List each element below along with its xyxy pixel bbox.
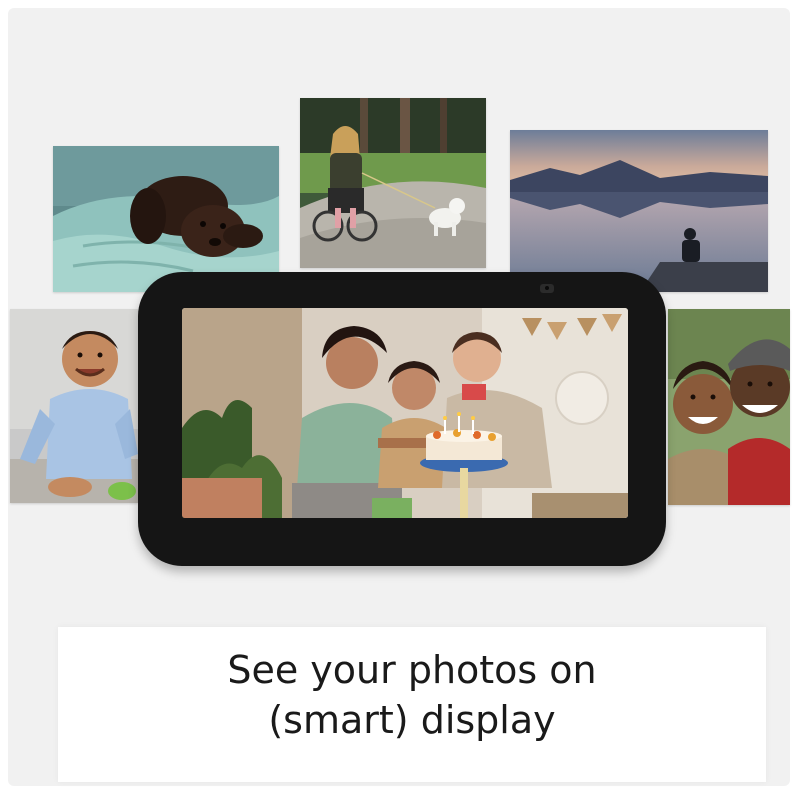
caption-line-1: See your photos on <box>227 648 597 692</box>
caption-text: See your photos on (smart) display <box>58 645 766 745</box>
display-screen-family-birthday-photo <box>182 308 628 518</box>
smiling-couple-selfie-photo <box>668 309 790 505</box>
puppy-on-blanket-photo <box>53 146 279 292</box>
caption-card: See your photos on (smart) display <box>58 627 766 782</box>
camera-icon <box>540 284 554 293</box>
caption-line-2: (smart) display <box>268 698 556 742</box>
smart-display-device <box>138 272 666 566</box>
smiling-baby-photo <box>10 309 138 503</box>
woman-wheelchair-dog-walk-photo <box>300 98 486 268</box>
lake-pier-sunset-photo <box>510 130 768 292</box>
